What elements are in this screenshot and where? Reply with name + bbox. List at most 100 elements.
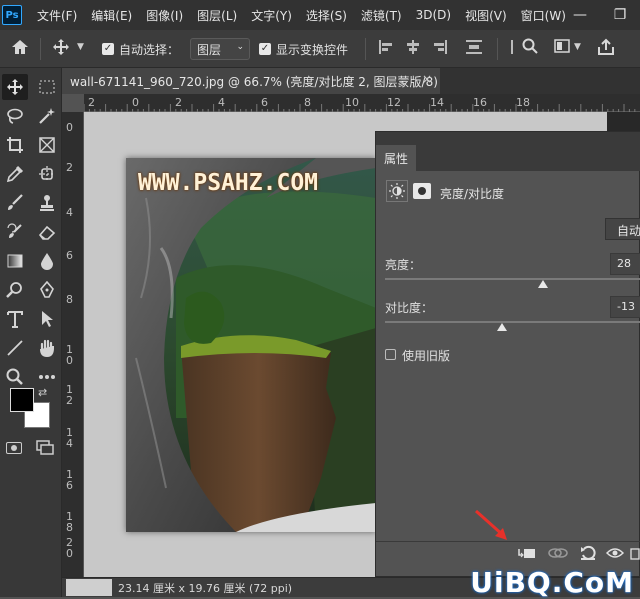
minimize-button[interactable]: — bbox=[560, 7, 600, 23]
menu-layer[interactable]: 图层(L) bbox=[190, 7, 244, 24]
menu-bar: Ps 文件(F) 编辑(E) 图像(I) 图层(L) 文字(Y) 选择(S) 滤… bbox=[0, 0, 640, 30]
brush-tool-icon[interactable] bbox=[2, 190, 28, 216]
ruler-label: 2 0 bbox=[66, 536, 73, 560]
menu-type[interactable]: 文字(Y) bbox=[244, 7, 299, 24]
reset-icon[interactable] bbox=[576, 542, 600, 564]
vertical-ruler: 0 2 4 6 8 1 0 1 2 1 4 1 6 1 8 2 0 bbox=[62, 112, 84, 577]
contrast-label: 对比度： bbox=[385, 301, 434, 315]
swap-colors-icon[interactable]: ⇄ bbox=[38, 386, 47, 399]
menu-edit[interactable]: 编辑(E) bbox=[84, 7, 139, 24]
magic-wand-icon[interactable] bbox=[34, 103, 60, 129]
3d-mode-icon[interactable] bbox=[507, 39, 517, 59]
ruler-ticks bbox=[84, 104, 636, 112]
layer-mask-icon[interactable] bbox=[413, 183, 431, 199]
horizontal-ruler: 2 0 2 4 6 8 10 12 14 16 18 bbox=[84, 94, 640, 112]
menu-select[interactable]: 选择(S) bbox=[299, 7, 354, 24]
quick-mask-icon[interactable] bbox=[6, 442, 22, 454]
ruler-label: 4 bbox=[66, 206, 73, 219]
line-tool-icon[interactable] bbox=[2, 335, 28, 361]
brightness-slider-thumb[interactable] bbox=[538, 280, 549, 288]
use-legacy-label: 使用旧版 bbox=[402, 349, 451, 363]
auto-select-checkbox[interactable]: ✓ bbox=[102, 43, 114, 55]
ruler-label: 6 bbox=[66, 249, 73, 262]
move-tool-icon[interactable] bbox=[52, 38, 70, 60]
marquee-tool-icon[interactable] bbox=[34, 74, 60, 100]
eyedropper-icon[interactable] bbox=[2, 161, 28, 187]
ruler-label: 1 6 bbox=[66, 468, 73, 492]
ruler-label: 1 4 bbox=[66, 426, 73, 450]
home-icon[interactable] bbox=[11, 39, 29, 59]
healing-brush-icon[interactable] bbox=[34, 161, 60, 187]
contrast-slider-thumb[interactable] bbox=[497, 323, 508, 331]
history-brush-icon[interactable] bbox=[2, 219, 28, 245]
restore-button[interactable]: ❐ bbox=[600, 7, 640, 23]
ruler-label: 1 2 bbox=[66, 383, 73, 407]
brightness-contrast-icon bbox=[386, 180, 408, 202]
align-left-icon[interactable] bbox=[378, 39, 394, 59]
contrast-slider-track[interactable] bbox=[385, 321, 640, 323]
clip-to-layer-icon[interactable] bbox=[515, 542, 539, 564]
dodge-tool-icon[interactable] bbox=[2, 277, 28, 303]
menu-3d[interactable]: 3D(D) bbox=[409, 8, 458, 22]
photoshop-logo: Ps bbox=[2, 5, 22, 25]
default-colors-icon[interactable] bbox=[40, 412, 50, 422]
site-watermark: UiBQ.CoM bbox=[470, 566, 634, 599]
auto-select-label: 自动选择： bbox=[119, 43, 180, 57]
ruler-label: 2 bbox=[66, 161, 73, 174]
workspace-icon[interactable] bbox=[554, 39, 570, 57]
align-center-icon[interactable] bbox=[405, 39, 421, 59]
stamp-tool-icon[interactable] bbox=[34, 190, 60, 216]
blur-tool-icon[interactable] bbox=[34, 248, 60, 274]
layer-select-dropdown[interactable]: 图层 ⌄ bbox=[190, 38, 250, 60]
ruler-label: 0 bbox=[66, 121, 73, 134]
search-icon[interactable] bbox=[522, 38, 538, 58]
share-icon[interactable] bbox=[597, 38, 615, 60]
ruler-label: 1 0 bbox=[66, 343, 73, 367]
annotation-arrow-icon bbox=[475, 509, 507, 540]
chevron-down-icon[interactable]: ▼ bbox=[77, 42, 84, 52]
use-legacy-checkbox[interactable] bbox=[385, 349, 396, 360]
crop-tool-icon[interactable] bbox=[2, 132, 28, 158]
document-tab[interactable]: wall-671141_960_720.jpg @ 66.7% (亮度/对比度 … bbox=[62, 68, 440, 94]
visibility-eye-icon[interactable] bbox=[603, 542, 627, 564]
close-tab-button[interactable]: × bbox=[422, 72, 432, 86]
frame-tool-icon[interactable] bbox=[34, 132, 60, 158]
path-selection-icon[interactable] bbox=[34, 306, 60, 332]
brightness-slider-track[interactable] bbox=[385, 278, 640, 280]
zoom-level-field[interactable] bbox=[66, 579, 112, 596]
zoom-tool-icon[interactable] bbox=[2, 364, 28, 390]
gradient-tool-icon[interactable] bbox=[2, 248, 28, 274]
properties-tab[interactable]: 属性 bbox=[376, 145, 417, 171]
document-tab-title: wall-671141_960_720.jpg @ 66.7% (亮度/对比度 … bbox=[70, 75, 440, 89]
auto-button[interactable]: 自动 bbox=[605, 218, 640, 240]
document-image[interactable]: WWW.PSAHZ.COM bbox=[126, 158, 376, 532]
ruler-label: 8 bbox=[66, 293, 73, 306]
menu-file[interactable]: 文件(F) bbox=[30, 7, 84, 24]
lasso-tool-icon[interactable] bbox=[2, 103, 28, 129]
menu-image[interactable]: 图像(I) bbox=[139, 7, 190, 24]
move-tool-icon[interactable] bbox=[2, 74, 28, 100]
delete-icon[interactable] bbox=[629, 542, 640, 564]
foreground-color-swatch-top[interactable] bbox=[10, 388, 34, 412]
ruler-label: 1 8 bbox=[66, 510, 73, 534]
chevron-down-icon[interactable]: ▼ bbox=[574, 42, 581, 52]
document-size-info: 23.14 厘米 x 19.76 厘米 (72 ppi) bbox=[118, 582, 293, 595]
contrast-input[interactable]: -13 bbox=[610, 296, 640, 318]
show-transform-label: 显示变换控件 bbox=[276, 43, 349, 57]
eraser-icon[interactable] bbox=[34, 219, 60, 245]
tools-panel: ⇄ bbox=[0, 68, 62, 597]
menu-filter[interactable]: 滤镜(T) bbox=[354, 7, 409, 24]
screen-mode-icon[interactable] bbox=[36, 440, 54, 459]
hand-tool-icon[interactable] bbox=[34, 335, 60, 361]
adjustment-title: 亮度/对比度 bbox=[440, 187, 505, 201]
align-right-icon[interactable] bbox=[432, 39, 448, 59]
menu-view[interactable]: 视图(V) bbox=[458, 7, 514, 24]
view-previous-state-icon[interactable] bbox=[546, 542, 570, 564]
type-tool-icon[interactable] bbox=[2, 306, 28, 332]
show-transform-checkbox[interactable]: ✓ bbox=[259, 43, 271, 55]
brightness-input[interactable]: 28 bbox=[610, 253, 640, 275]
separator bbox=[497, 38, 498, 60]
distribute-icon[interactable] bbox=[465, 39, 483, 59]
layer-select-value: 图层 bbox=[197, 43, 222, 57]
pen-tool-icon[interactable] bbox=[34, 277, 60, 303]
